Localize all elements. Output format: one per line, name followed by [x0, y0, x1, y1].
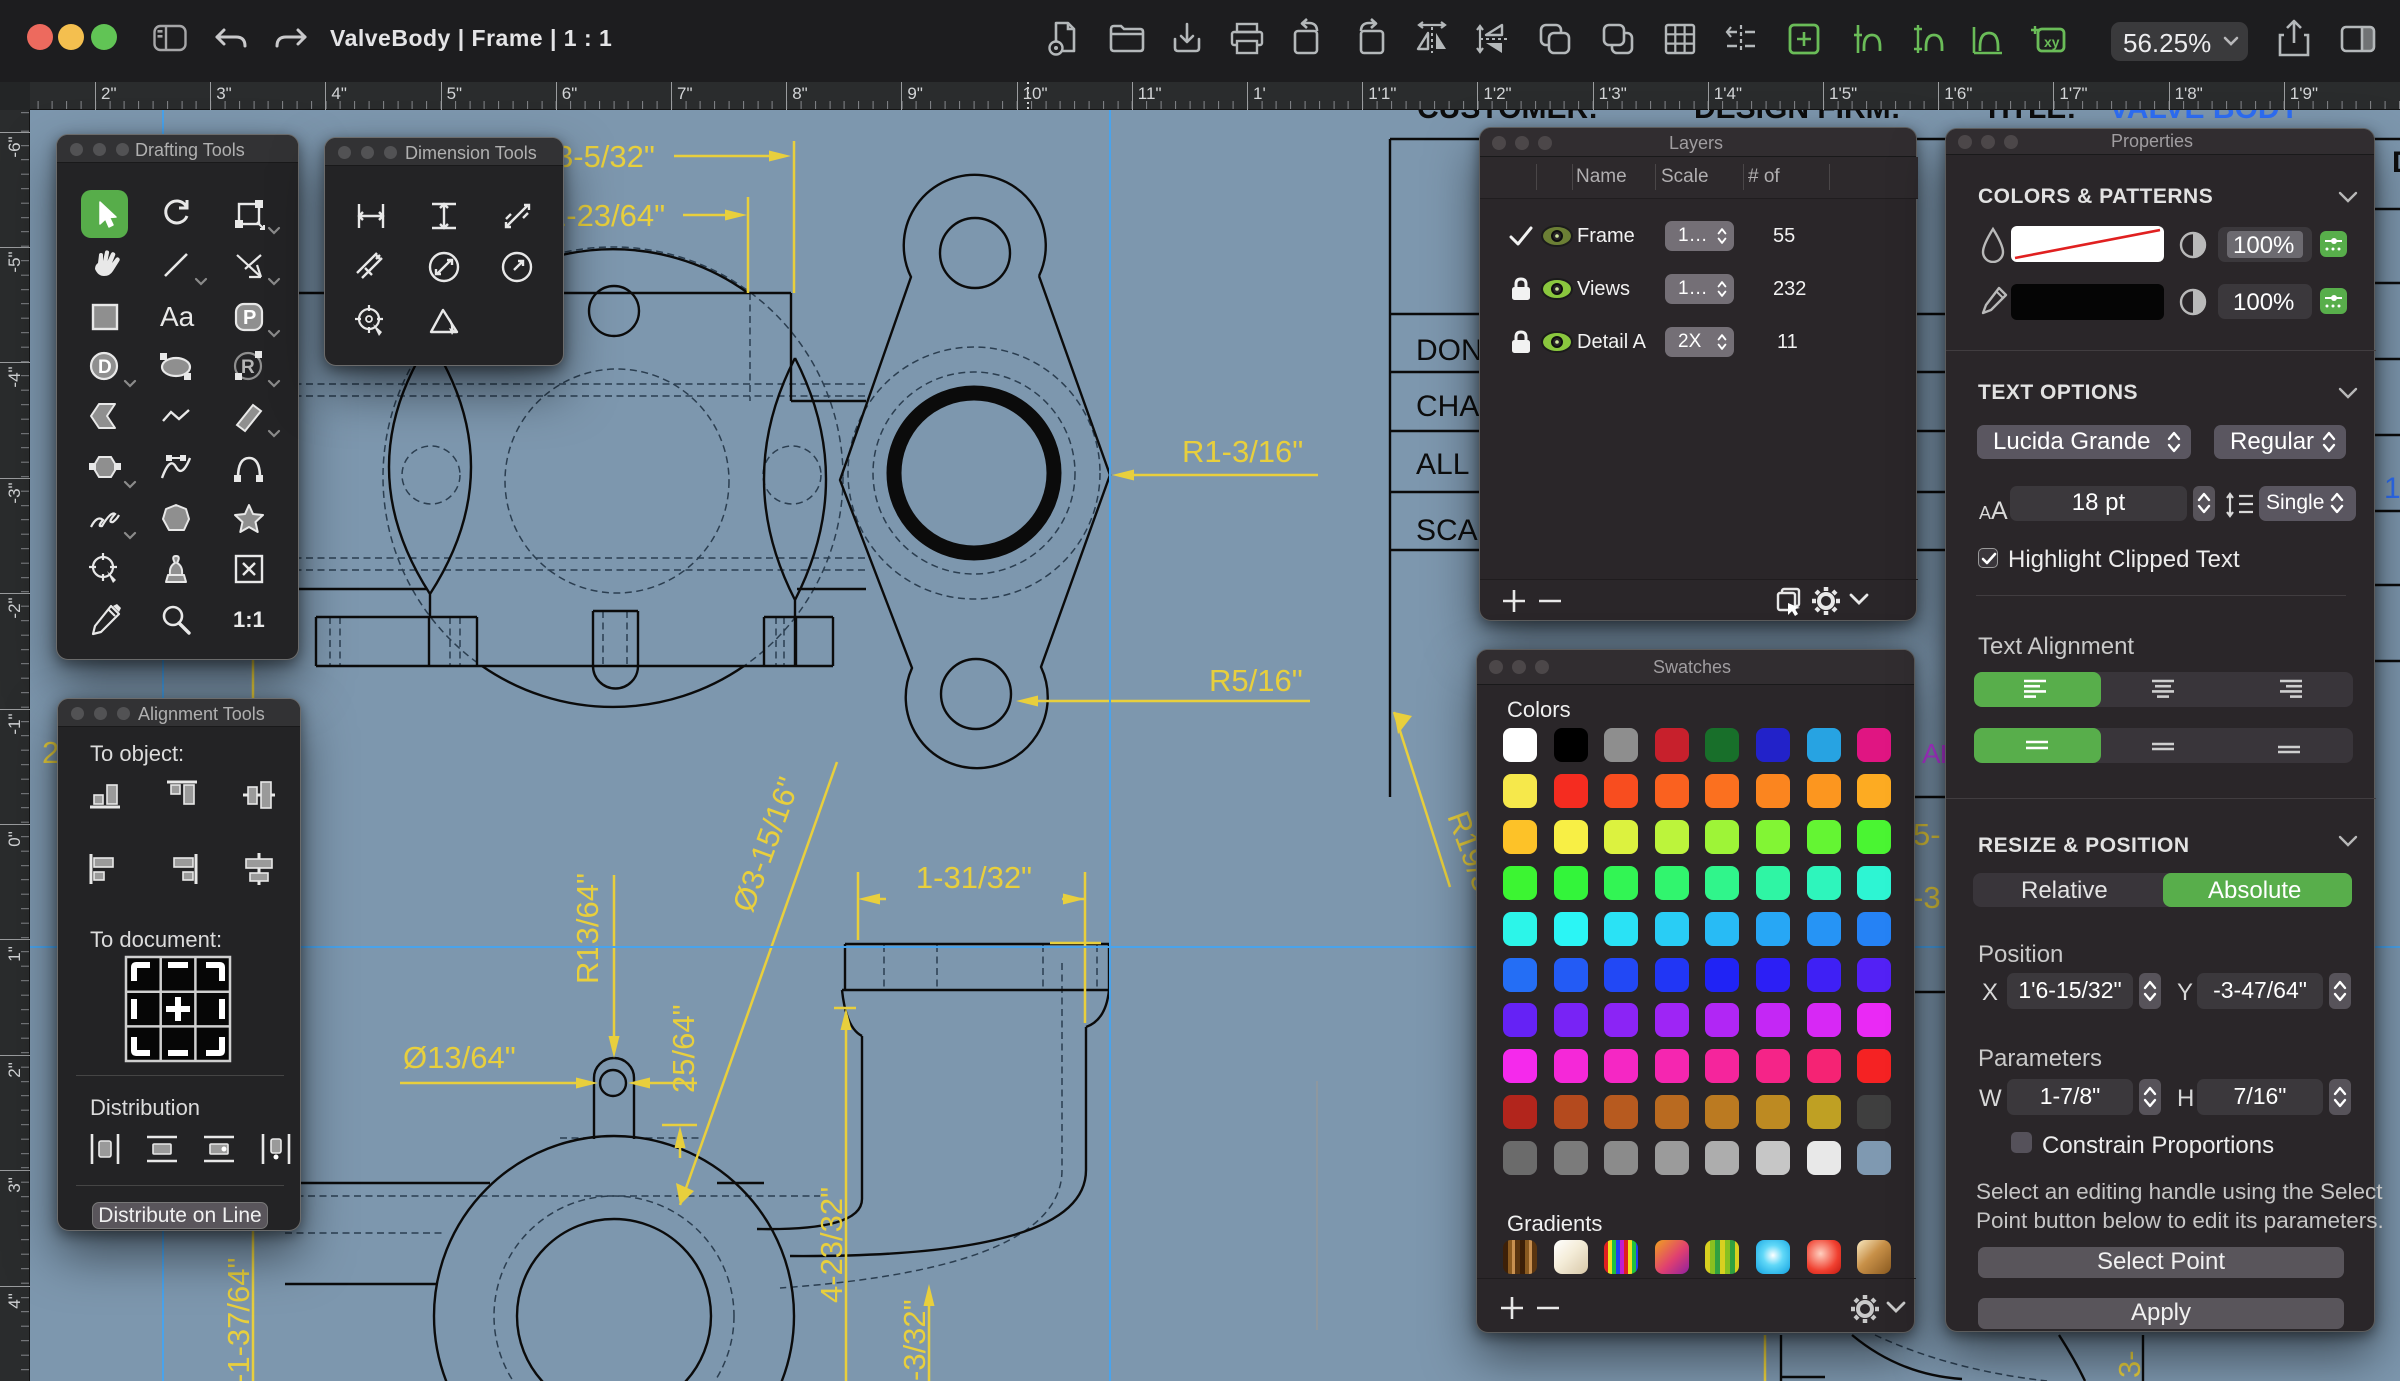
svg-text:R13/64": R13/64" — [570, 873, 605, 984]
svg-text:Ø3-15/16": Ø3-15/16" — [726, 773, 807, 917]
svg-text:D: D — [98, 357, 112, 378]
svg-text:D: D — [2392, 146, 2400, 179]
svg-text:3-5/32": 3-5/32" — [556, 139, 655, 174]
svg-text:3-: 3- — [2112, 1350, 2147, 1378]
svg-text:R5/16": R5/16" — [1209, 663, 1303, 698]
svg-text:xy: xy — [2044, 34, 2060, 50]
svg-text:-1-37/64": -1-37/64" — [221, 1258, 256, 1381]
svg-text:25/64": 25/64" — [666, 1004, 701, 1093]
svg-text:Ø13/64": Ø13/64" — [403, 1040, 516, 1075]
svg-text:4-23/32": 4-23/32" — [814, 1187, 849, 1303]
svg-text:A: A — [1922, 738, 1941, 769]
svg-text:1-23/64": 1-23/64" — [549, 198, 665, 233]
svg-text:Aa: Aa — [160, 301, 195, 332]
svg-text:-3: -3 — [1913, 880, 1941, 915]
svg-text:1: 1 — [2384, 472, 2400, 505]
svg-text:CHA: CHA — [1416, 390, 1479, 423]
svg-text:R: R — [241, 357, 255, 378]
svg-text:1-31/32": 1-31/32" — [916, 860, 1032, 895]
svg-text:R1-3/16": R1-3/16" — [1182, 434, 1303, 469]
svg-text:ALL I: ALL I — [1416, 448, 1485, 481]
svg-text:5-: 5- — [1913, 817, 1941, 852]
svg-text:P: P — [243, 307, 256, 329]
svg-text:1:1: 1:1 — [233, 607, 265, 632]
svg-text:-3/32": -3/32" — [897, 1299, 932, 1381]
svg-text:DON: DON — [1416, 334, 1483, 367]
